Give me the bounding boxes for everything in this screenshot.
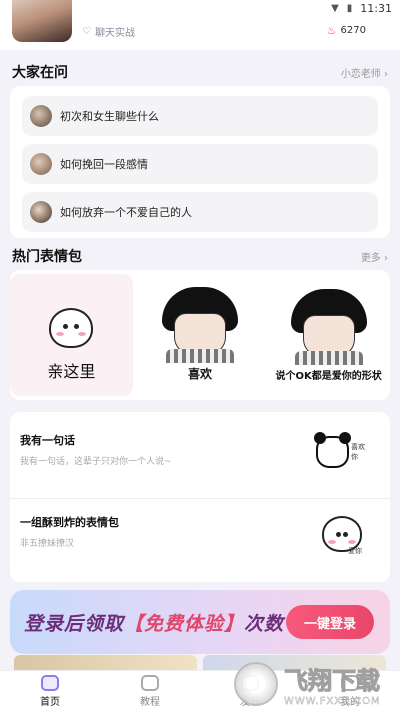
site-watermark: 飞翔下载 WWW.FXXZ.COM	[234, 660, 394, 708]
ask-section-header: 大家在问 小恋老师 ›	[12, 62, 388, 82]
login-promo-banner[interactable]: 登录后领取【免费体验】次数 一键登录	[10, 590, 390, 654]
ask-item[interactable]: 如何挽回一段感情	[22, 144, 378, 184]
divider	[10, 498, 390, 499]
post-tag: ♡ 聊天实战	[82, 26, 135, 39]
sticker-card[interactable]: 喜欢	[139, 274, 262, 396]
avatar	[30, 201, 52, 223]
love-face-sticker-icon: 爱你	[316, 512, 368, 556]
ask-list: 初次和女生聊些什么 如何挽回一段感情 如何放弃一个不爱自己的人	[10, 86, 390, 238]
cute-face-icon	[49, 308, 94, 348]
panda-sticker-icon: 喜欢你	[313, 430, 368, 474]
tab-tutorial[interactable]: 教程	[100, 671, 200, 712]
avatar	[30, 105, 52, 127]
avatar	[30, 153, 52, 175]
ask-section-more-link[interactable]: 小恋老师 ›	[341, 65, 388, 80]
one-click-login-button[interactable]: 一键登录	[286, 605, 374, 639]
fire-icon: ♨	[326, 24, 337, 37]
sticker-section-title: 热门表情包	[12, 249, 82, 265]
signal-icon: ▼	[331, 2, 339, 14]
tab-home[interactable]: 首页	[0, 671, 100, 712]
sticker-section-header: 热门表情包 更多 ›	[12, 246, 388, 266]
bowl-cut-face-icon	[158, 287, 242, 363]
watermark-logo	[234, 662, 278, 706]
sticker-section-more-link[interactable]: 更多 ›	[361, 249, 388, 264]
book-icon	[141, 675, 159, 691]
sticker-pack-list: 我有一句话 我有一句话，这辈子只对你一个人说~ 喜欢你 一组酥到炸的表情包 非五…	[10, 412, 390, 582]
shield-icon: ♡	[82, 26, 91, 37]
ask-item[interactable]: 初次和女生聊些什么	[22, 96, 378, 136]
home-icon	[41, 675, 59, 691]
ok-heart-face-icon	[287, 289, 371, 365]
sticker-card[interactable]: 亲这里	[10, 274, 133, 396]
battery-icon: ▮	[346, 2, 353, 14]
sticker-row: 亲这里 喜欢 说个OK都是爱你的形状	[10, 270, 390, 400]
ask-section-title: 大家在问	[12, 65, 68, 81]
status-bar: ▼ ▮ 11:31	[0, 0, 400, 16]
post-hot-count: ♨ 6270	[326, 24, 366, 37]
banner-text: 登录后领取【免费体验】次数	[24, 612, 285, 635]
sticker-card[interactable]: 说个OK都是爱你的形状	[267, 274, 390, 396]
ask-item[interactable]: 如何放弃一个不爱自己的人	[22, 192, 378, 232]
status-time: 11:31	[360, 1, 392, 15]
list-item[interactable]: 一组酥到炸的表情包 非五撩妹撩汉 爱你	[20, 498, 380, 578]
list-item[interactable]: 我有一句话 我有一句话，这辈子只对你一个人说~ 喜欢你	[20, 416, 380, 496]
